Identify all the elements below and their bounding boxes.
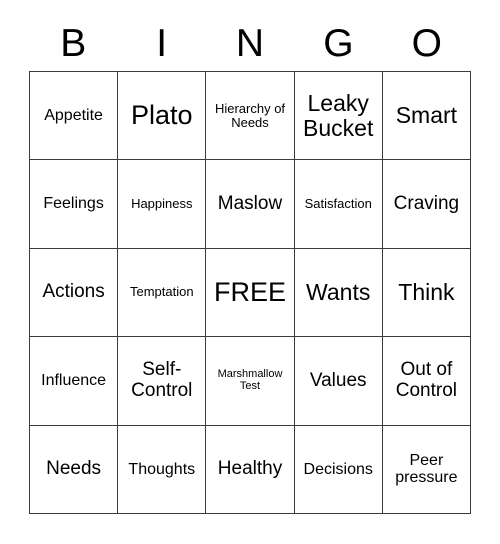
bingo-cell-label: Needs xyxy=(46,458,102,480)
bingo-cell-o4[interactable]: Out of Control xyxy=(382,337,471,426)
bingo-cell-label: FREE xyxy=(213,276,286,307)
bingo-header-letter-g: G xyxy=(323,21,354,65)
bingo-cell-o5[interactable]: Peer pressure xyxy=(382,425,471,514)
bingo-cell-label: Feelings xyxy=(43,195,104,213)
bingo-cell-label: Thoughts xyxy=(128,460,196,478)
bingo-cell-o1[interactable]: Smart xyxy=(382,72,471,161)
bingo-cell-label: Marshmallow Test xyxy=(217,368,283,392)
bingo-cell-n5[interactable]: Healthy xyxy=(206,425,295,514)
bingo-header-letter-b: B xyxy=(60,21,87,65)
bingo-cell-label: Appetite xyxy=(44,107,103,125)
bingo-cell-n4[interactable]: Marshmallow Test xyxy=(206,337,295,426)
bingo-cell-label: Plato xyxy=(131,100,193,131)
bingo-cell-label: Healthy xyxy=(217,458,283,480)
bingo-cell-i3[interactable]: Temptation xyxy=(118,248,207,338)
bingo-cell-b4[interactable]: Influence xyxy=(30,337,119,426)
bingo-cell-o3[interactable]: Think xyxy=(382,248,471,338)
bingo-cell-label: Happiness xyxy=(131,196,193,212)
bingo-card: B I N G O Appetite Plato Hierarchy of Ne… xyxy=(0,0,500,544)
bingo-cell-label: Influence xyxy=(41,372,107,390)
bingo-cell-b1[interactable]: Appetite xyxy=(30,72,119,161)
bingo-cell-label: Think xyxy=(398,279,455,306)
bingo-cell-label: Wants xyxy=(306,279,371,306)
bingo-cell-label: Hierarchy of Needs xyxy=(214,100,286,130)
bingo-cell-b3[interactable]: Actions xyxy=(30,248,119,338)
bingo-cell-n1[interactable]: Hierarchy of Needs xyxy=(206,72,295,161)
bingo-cell-label: Smart xyxy=(395,102,458,129)
bingo-cell-g5[interactable]: Decisions xyxy=(294,425,383,514)
bingo-cell-label: Values xyxy=(309,369,367,391)
bingo-cell-g3[interactable]: Wants xyxy=(294,248,383,338)
bingo-header-letter-o: O xyxy=(411,21,442,65)
bingo-cell-o2[interactable]: Craving xyxy=(382,160,471,249)
bingo-cell-label: Temptation xyxy=(129,284,194,300)
bingo-cell-i5[interactable]: Thoughts xyxy=(118,425,207,514)
bingo-header-letter-i: I xyxy=(156,21,168,65)
bingo-cell-label: Actions xyxy=(42,281,105,303)
bingo-header-letter-n: N xyxy=(235,21,265,65)
bingo-cell-i2[interactable]: Happiness xyxy=(118,160,207,249)
bingo-cell-n2[interactable]: Maslow xyxy=(206,160,295,249)
bingo-grid: Appetite Plato Hierarchy of Needs Leaky … xyxy=(29,71,471,514)
bingo-cell-b2[interactable]: Feelings xyxy=(30,160,119,249)
bingo-cell-label: Maslow xyxy=(217,192,283,214)
bingo-cell-i4[interactable]: Self-Control xyxy=(118,337,207,426)
bingo-header-row: B I N G O xyxy=(29,18,471,68)
bingo-cell-g4[interactable]: Values xyxy=(294,337,383,426)
bingo-cell-g2[interactable]: Satisfaction xyxy=(294,160,383,249)
bingo-cell-label: Craving xyxy=(393,192,460,214)
bingo-cell-free[interactable]: FREE xyxy=(206,248,295,338)
bingo-cell-i1[interactable]: Plato xyxy=(118,72,207,161)
bingo-cell-label: Satisfaction xyxy=(304,196,372,212)
bingo-cell-label: Decisions xyxy=(303,460,373,478)
bingo-cell-label: Self-Control xyxy=(131,359,193,401)
bingo-cell-g1[interactable]: Leaky Bucket xyxy=(294,72,383,161)
bingo-cell-label: Out of Control xyxy=(395,359,458,401)
bingo-cell-b5[interactable]: Needs xyxy=(30,425,119,514)
bingo-cell-label: Peer pressure xyxy=(395,452,458,487)
bingo-cell-label: Leaky Bucket xyxy=(303,89,374,141)
